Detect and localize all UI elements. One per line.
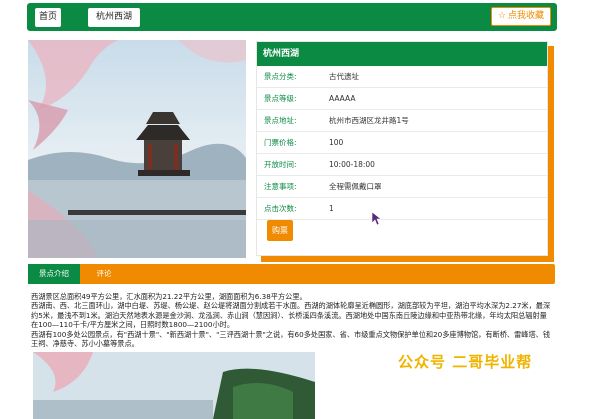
home-link[interactable]: 首页	[35, 8, 61, 27]
buy-ticket-button[interactable]: 购票	[267, 220, 293, 241]
mouse-pointer-icon	[371, 211, 382, 230]
tab-bar: 景点介绍 评论	[28, 264, 555, 284]
star-icon: ☆	[497, 11, 506, 21]
breadcrumb-current[interactable]: 杭州西湖	[88, 8, 140, 27]
description-paragraph: 西湖景区总面积49平方公里，汇水面积为21.22平方公里，湖面面积为6.38平方…	[31, 292, 307, 301]
tab-intro[interactable]: 景点介绍	[28, 264, 80, 284]
info-panel: 杭州西湖 景点分类: 古代遗址 景点等级: AAAAA 景点地址: 杭州市西湖区龙井路…	[256, 41, 548, 256]
tab-comment[interactable]: 评论	[89, 264, 119, 284]
watermark: 公众号 二哥毕业帮	[398, 353, 533, 371]
row-notes: 注意事项: 全程需佩戴口罩	[257, 176, 547, 198]
description: 西湖景区总面积49平方公里，汇水面积为21.22平方公里，湖面面积为6.38平方…	[31, 292, 551, 348]
top-nav-bar: 首页 杭州西湖 ☆ 点我收藏	[27, 3, 557, 31]
description-paragraph: 西湖有100多处公园景点，有"西湖十景"、"新西湖十景"、"三评西湖十景"之说，…	[31, 329, 551, 349]
favorite-label: 点我收藏	[507, 11, 544, 21]
row-level: 景点等级: AAAAA	[257, 88, 547, 110]
row-price: 门票价格: 100	[257, 132, 547, 154]
row-clicks: 点击次数: 1	[257, 198, 547, 220]
scenic-photo	[28, 40, 246, 258]
row-category: 景点分类: 古代遗址	[257, 66, 547, 88]
description-photo	[33, 352, 315, 419]
description-paragraph: 西湖南、西、北三面环山，湖中白堤、苏堤、杨公堤、赵公堤将湖面分割成若干水面。西湖…	[31, 301, 551, 330]
panel-title: 杭州西湖	[257, 42, 547, 66]
row-hours: 开放时间: 10:00-18:00	[257, 154, 547, 176]
favorite-button[interactable]: ☆ 点我收藏	[490, 7, 551, 26]
row-address: 景点地址: 杭州市西湖区龙井路1号	[257, 110, 547, 132]
